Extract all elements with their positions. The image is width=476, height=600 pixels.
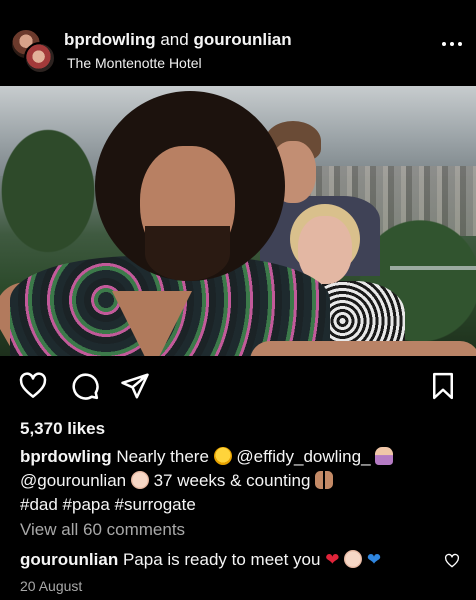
starstruck-emoji-icon <box>213 447 232 465</box>
location-link[interactable]: The Montenotte Hotel <box>67 55 202 71</box>
photo-arm-right <box>250 341 476 356</box>
comment-like-heart-icon[interactable] <box>444 553 460 569</box>
photo-railing <box>390 266 476 270</box>
caption-text-1: Nearly there <box>116 447 209 466</box>
avatar[interactable] <box>10 28 56 74</box>
comment-username[interactable]: gourounlian <box>20 550 118 569</box>
mention-effidy[interactable]: @effidy_dowling_ <box>236 447 370 466</box>
send-icon[interactable] <box>120 371 150 401</box>
caption: bprdowling Nearly there @effidy_dowling_… <box>20 445 460 517</box>
blue-heart-emoji-icon: ❤ <box>366 550 382 569</box>
more-icon[interactable] <box>442 42 462 48</box>
raising-hands-emoji-icon <box>315 471 334 489</box>
action-bar <box>0 356 476 406</box>
author-link-1[interactable]: bprdowling <box>64 30 156 49</box>
bookmark-icon[interactable] <box>428 371 458 401</box>
comment-text: Papa is ready to meet you <box>122 550 321 569</box>
pregnant-woman-emoji-icon <box>375 447 394 465</box>
mention-gourounlian[interactable]: @gourounlian <box>20 471 126 490</box>
comment-row: gourounlian Papa is ready to meet you ❤ … <box>20 550 381 570</box>
comment-icon[interactable] <box>70 371 100 401</box>
hashtags[interactable]: #dad #papa #surrogate <box>20 495 196 514</box>
photo-person-front-beard <box>145 226 230 281</box>
avatar-user2[interactable] <box>24 42 56 74</box>
red-heart-emoji-icon: ❤ <box>325 550 340 569</box>
post-authors: bprdowling and gourounlian <box>64 30 292 50</box>
caption-username[interactable]: bprdowling <box>20 447 112 466</box>
author-link-2[interactable]: gourounlian <box>193 30 291 49</box>
heart-icon[interactable] <box>18 371 48 401</box>
likes-count[interactable]: 5,370 likes <box>20 419 105 439</box>
post-photo[interactable] <box>0 86 476 356</box>
baby-emoji-icon <box>344 550 363 568</box>
baby-emoji-icon <box>130 471 149 489</box>
authors-joiner: and <box>160 30 189 49</box>
caption-text-2: 37 weeks & counting <box>153 471 311 490</box>
post-date: 20 August <box>20 578 83 594</box>
view-all-comments[interactable]: View all 60 comments <box>20 520 185 540</box>
post-header: bprdowling and gourounlian The Montenott… <box>0 20 476 86</box>
